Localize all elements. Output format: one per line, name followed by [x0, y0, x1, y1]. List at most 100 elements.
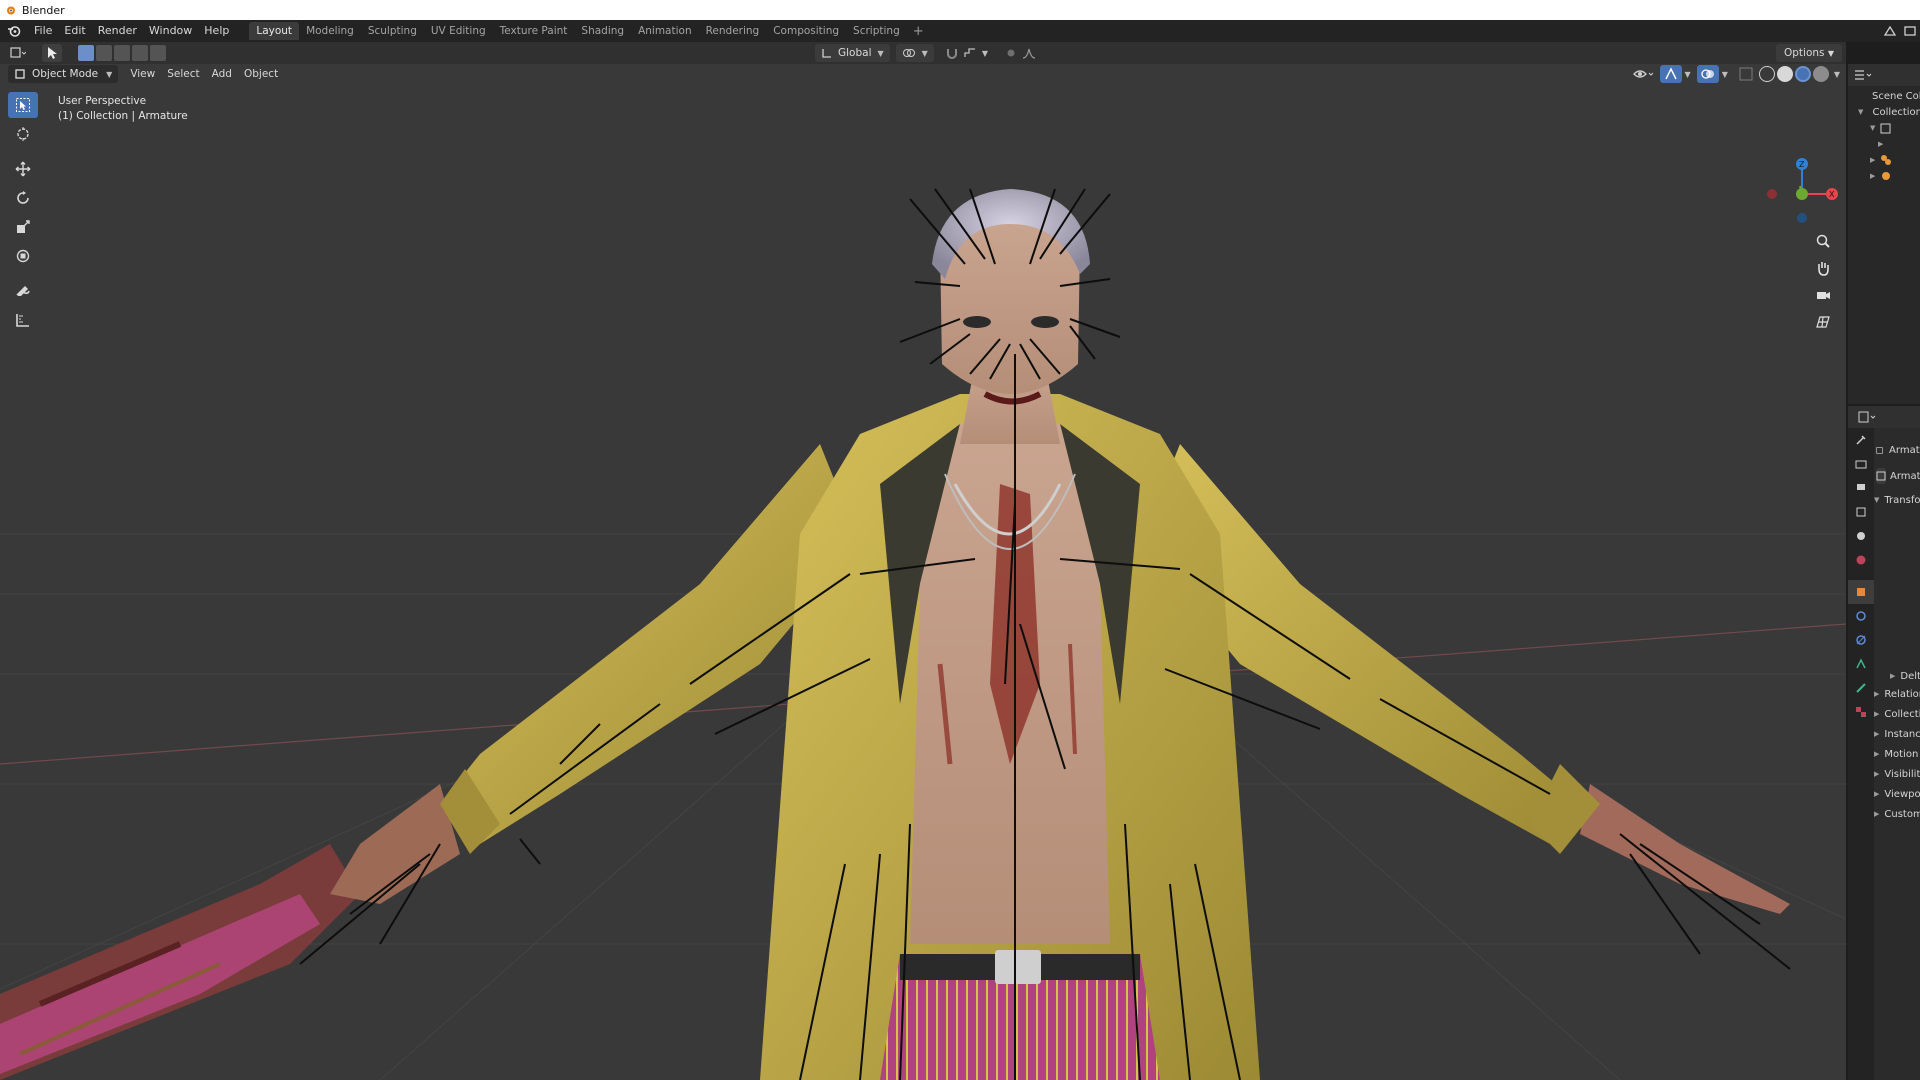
rotate-tool-icon[interactable]: [8, 185, 38, 211]
section-transform[interactable]: ▼ Transform: [1874, 490, 1920, 510]
select-tool-button[interactable]: [42, 44, 62, 62]
navigation-gizmo[interactable]: Z X: [1762, 154, 1842, 234]
snap-dropdown[interactable]: ▼: [939, 44, 994, 62]
gizmo-neg-x-icon[interactable]: [1767, 189, 1777, 199]
collapse-arrow-icon[interactable]: ▶: [1874, 690, 1879, 698]
outliner-item[interactable]: ▶: [1848, 168, 1920, 184]
section-instancing[interactable]: ▶ Instancing: [1874, 724, 1920, 744]
solid-shading-icon[interactable]: [1776, 66, 1793, 82]
tab-animation[interactable]: Animation: [631, 22, 699, 40]
tab-scripting[interactable]: Scripting: [846, 22, 907, 40]
select-new-mode-icon[interactable]: [78, 45, 94, 61]
scale-tool-icon[interactable]: [8, 214, 38, 240]
collapse-arrow-icon[interactable]: ▶: [1874, 770, 1879, 778]
wireframe-shading-icon[interactable]: [1758, 66, 1775, 82]
tab-shading[interactable]: Shading: [574, 22, 631, 40]
move-tool-icon[interactable]: [8, 156, 38, 182]
modifiers-tab-icon[interactable]: [1848, 604, 1874, 628]
collapse-arrow-icon[interactable]: ▶: [1890, 672, 1895, 680]
expand-arrow-icon[interactable]: ▼: [1858, 108, 1863, 116]
camera-view-icon[interactable]: [1810, 283, 1836, 307]
menu-help[interactable]: Help: [198, 20, 235, 42]
transform-orientation-dropdown[interactable]: Global ▼: [815, 44, 890, 62]
properties-editor-icon[interactable]: [1858, 410, 1876, 424]
constraints-tab-icon[interactable]: [1848, 628, 1874, 652]
texture-tab-icon[interactable]: [1848, 700, 1874, 724]
object-name-row[interactable]: Armature: [1876, 440, 1920, 460]
tool-properties-tab-icon[interactable]: [1848, 428, 1874, 452]
tab-layout[interactable]: Layout: [249, 22, 300, 40]
outliner-item[interactable]: ▶: [1848, 136, 1920, 152]
outliner-item[interactable]: ▶: [1848, 152, 1920, 168]
rendered-shading-icon[interactable]: [1812, 66, 1829, 82]
select-subtract-mode-icon[interactable]: [114, 45, 130, 61]
expand-arrow-icon[interactable]: ▼: [1870, 124, 1875, 132]
scene-tab-icon[interactable]: [1848, 524, 1874, 548]
section-visibility[interactable]: ▶ Visibility: [1874, 764, 1920, 784]
collapse-arrow-icon[interactable]: ▶: [1870, 172, 1875, 180]
render-properties-tab-icon[interactable]: [1848, 452, 1874, 476]
transform-tool-icon[interactable]: [8, 243, 38, 269]
select-extend-mode-icon[interactable]: [96, 45, 112, 61]
gizmo-y-icon[interactable]: [1796, 188, 1808, 200]
select-invert-mode-icon[interactable]: [132, 45, 148, 61]
view-layer-tab-icon[interactable]: [1848, 500, 1874, 524]
tab-compositing[interactable]: Compositing: [766, 22, 846, 40]
menu-object[interactable]: Object: [238, 64, 284, 84]
material-preview-shading-icon[interactable]: [1794, 66, 1811, 82]
outliner-item[interactable]: ▼: [1848, 120, 1920, 136]
menu-window[interactable]: Window: [143, 20, 198, 42]
output-properties-tab-icon[interactable]: [1848, 476, 1874, 500]
armature-data-tab-icon[interactable]: [1848, 676, 1874, 700]
options-dropdown[interactable]: Options ▼: [1775, 44, 1842, 62]
view-layer-icon[interactable]: [1903, 24, 1917, 38]
collapse-arrow-icon[interactable]: ▶: [1878, 140, 1883, 148]
object-tab-icon[interactable]: [1848, 580, 1874, 604]
measure-tool-icon[interactable]: [8, 307, 38, 333]
3d-viewport[interactable]: User Perspective (1) Collection | Armatu…: [0, 64, 1846, 1080]
outliner-display-icon[interactable]: [1854, 68, 1872, 82]
tab-rendering[interactable]: Rendering: [699, 22, 767, 40]
section-custom-properties[interactable]: ▶ Custom Properties: [1874, 804, 1920, 824]
section-viewport-display[interactable]: ▶ Viewport Display: [1874, 784, 1920, 804]
pivot-point-dropdown[interactable]: ▼: [895, 44, 934, 62]
visibility-eye-icon[interactable]: [1632, 66, 1654, 82]
outliner-scene-collection[interactable]: Scene Collection: [1848, 88, 1920, 104]
section-delta-transform[interactable]: ▶ Delta Transform: [1890, 666, 1920, 686]
collapse-arrow-icon[interactable]: ▶: [1870, 156, 1875, 164]
menu-view[interactable]: View: [124, 64, 161, 84]
collapse-arrow-icon[interactable]: ▶: [1874, 730, 1879, 738]
interaction-mode-dropdown[interactable]: Object Mode ▼: [8, 65, 119, 83]
world-tab-icon[interactable]: [1848, 548, 1874, 572]
section-collections[interactable]: ▶ Collections: [1874, 704, 1920, 724]
xray-toggle-icon[interactable]: [1738, 66, 1754, 82]
menu-edit[interactable]: Edit: [58, 20, 91, 42]
data-block-row[interactable]: Armature: [1876, 466, 1920, 486]
data-browse-icon[interactable]: [1876, 468, 1886, 484]
menu-file[interactable]: File: [28, 20, 58, 42]
cursor-tool-icon[interactable]: [8, 121, 38, 147]
orthographic-grid-icon[interactable]: [1810, 310, 1836, 334]
object-name-field[interactable]: Armature: [1889, 445, 1920, 456]
section-motion-paths[interactable]: ▶ Motion Paths: [1874, 744, 1920, 764]
collapse-arrow-icon[interactable]: ▶: [1874, 710, 1879, 718]
menu-select[interactable]: Select: [161, 64, 205, 84]
collapse-arrow-icon[interactable]: ▶: [1874, 750, 1879, 758]
select-intersect-mode-icon[interactable]: [150, 45, 166, 61]
menu-add[interactable]: Add: [206, 64, 238, 84]
gizmo-neg-z-icon[interactable]: [1797, 213, 1807, 223]
gizmo-toggle-icon[interactable]: [1659, 65, 1682, 83]
pan-hand-icon[interactable]: [1810, 256, 1836, 280]
zoom-icon[interactable]: [1810, 229, 1836, 253]
tab-sculpting[interactable]: Sculpting: [361, 22, 424, 40]
select-box-tool-icon[interactable]: [8, 92, 38, 118]
tab-texture-paint[interactable]: Texture Paint: [493, 22, 575, 40]
physics-tab-icon[interactable]: [1848, 652, 1874, 676]
expand-arrow-icon[interactable]: ▼: [1874, 496, 1879, 504]
blender-menu-icon[interactable]: [0, 20, 28, 42]
proportional-editing[interactable]: [999, 44, 1042, 62]
tab-uv-editing[interactable]: UV Editing: [424, 22, 493, 40]
overlays-toggle-icon[interactable]: [1696, 65, 1719, 83]
section-relations[interactable]: ▶ Relations: [1874, 684, 1920, 704]
annotate-tool-icon[interactable]: [8, 278, 38, 304]
